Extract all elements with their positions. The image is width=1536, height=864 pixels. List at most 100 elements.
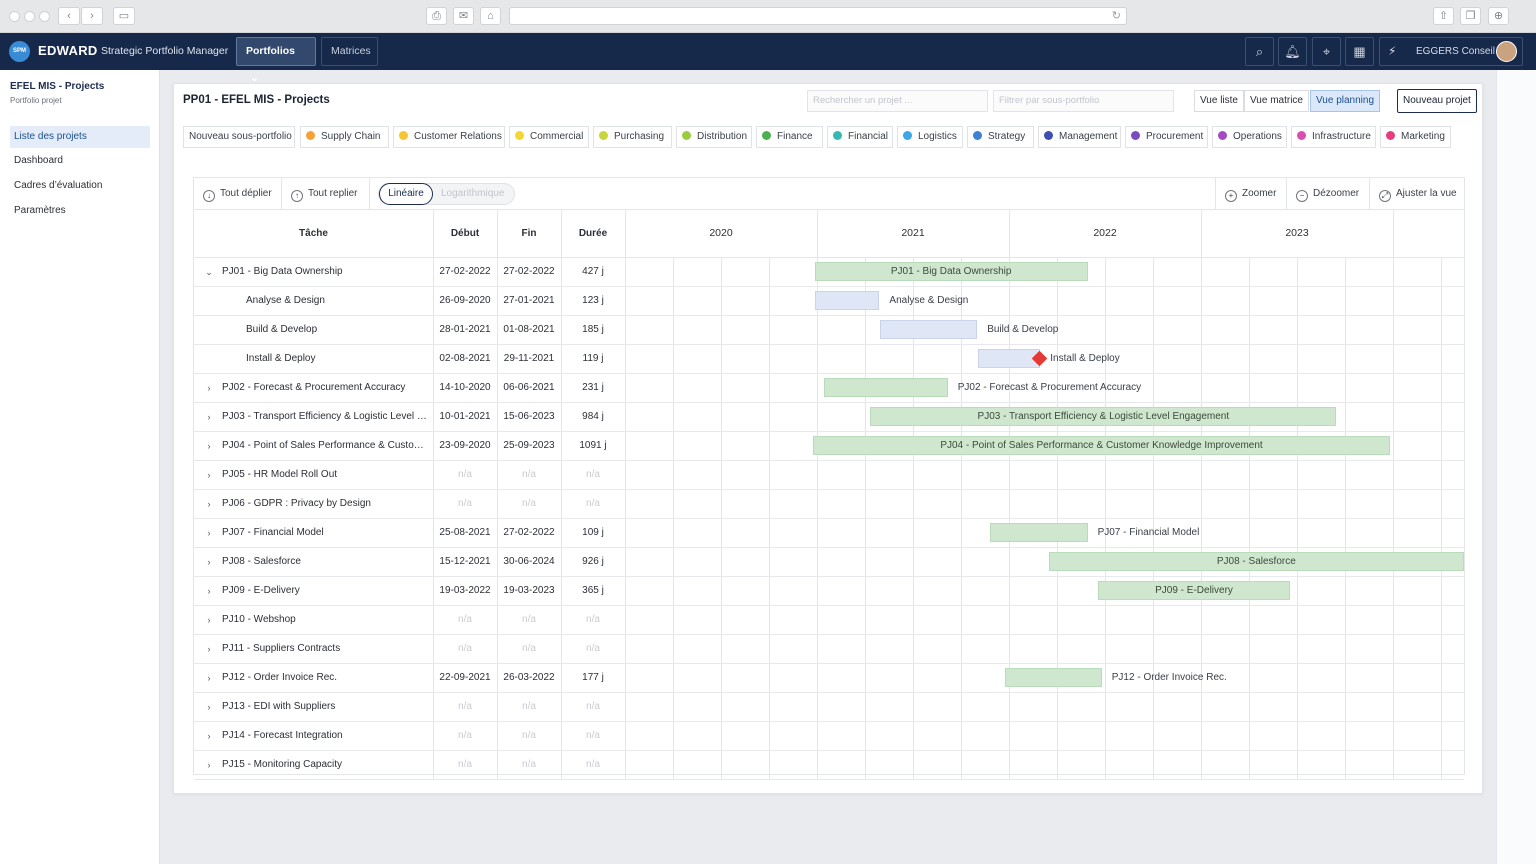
gantt-bar[interactable]: PJ09 - E-Delivery bbox=[1098, 581, 1290, 600]
url-bar[interactable]: ↻ bbox=[509, 7, 1127, 25]
table-row[interactable]: › PJ12 - Order Invoice Rec. 22-09-2021 26-0… bbox=[194, 664, 1464, 693]
task-name[interactable]: PJ08 - Salesforce bbox=[222, 548, 428, 576]
expand-all-button[interactable]: ↓ Tout déplier bbox=[203, 178, 272, 209]
scale-log-option[interactable]: Logarithmique bbox=[441, 184, 504, 204]
task-name[interactable]: PJ07 - Financial Model bbox=[222, 519, 428, 547]
view-planning-button[interactable]: Vue planning bbox=[1310, 90, 1381, 112]
nav-matrices-button[interactable]: Matrices bbox=[321, 37, 378, 66]
user-menu-button[interactable]: ⚡︎ EGGERS Conseil bbox=[1379, 37, 1523, 66]
forward-icon[interactable]: › bbox=[81, 7, 103, 25]
task-name[interactable]: PJ01 - Big Data Ownership bbox=[222, 258, 428, 286]
zoom-in-button[interactable]: + Zoomer bbox=[1225, 178, 1276, 209]
table-row[interactable]: › PJ09 - E-Delivery 19-03-2022 19-03-2023 36… bbox=[194, 577, 1464, 606]
gantt-bar[interactable] bbox=[879, 320, 978, 339]
window-close-dot[interactable] bbox=[9, 11, 20, 22]
table-row[interactable]: ⌄ PJ01 - Big Data Ownership 27-02-2022 27-0… bbox=[194, 258, 1464, 287]
search-project-input[interactable]: Rechercher un projet ... bbox=[807, 90, 988, 112]
task-name[interactable]: PJ13 - EDI with Suppliers bbox=[222, 693, 428, 721]
chevron-right-icon[interactable]: › bbox=[202, 497, 216, 511]
table-row[interactable]: Install & Deploy 02-08-2021 29-11-2021 119 … bbox=[194, 345, 1464, 374]
table-row[interactable]: › PJ14 - Forecast Integration n/a n/a n/a bbox=[194, 722, 1464, 751]
task-name[interactable]: PJ15 - Monitoring Capacity bbox=[222, 751, 428, 779]
chevron-right-icon[interactable]: › bbox=[202, 381, 216, 395]
subportfolio-tag[interactable]: Operations bbox=[1212, 126, 1287, 148]
table-row[interactable]: › PJ10 - Webshop n/a n/a n/a bbox=[194, 606, 1464, 635]
search-icon[interactable]: ⌕ bbox=[1245, 37, 1274, 66]
share-icon[interactable]: ⇧ bbox=[1433, 7, 1454, 25]
column-header-task[interactable]: Tâche bbox=[194, 210, 433, 257]
column-header-duration[interactable]: Durée bbox=[561, 210, 625, 257]
chevron-right-icon[interactable]: › bbox=[202, 439, 216, 453]
task-name[interactable]: Analyse & Design bbox=[246, 287, 431, 315]
zoom-out-button[interactable]: − Dézoomer bbox=[1296, 178, 1359, 209]
task-name[interactable]: Install & Deploy bbox=[246, 345, 431, 373]
chevron-right-icon[interactable]: › bbox=[202, 729, 216, 743]
table-row[interactable]: › PJ15 - Monitoring Capacity n/a n/a n/a bbox=[194, 751, 1464, 780]
chevron-right-icon[interactable]: › bbox=[202, 671, 216, 685]
gantt-bar[interactable]: PJ04 - Point of Sales Performance & Cust… bbox=[813, 436, 1390, 455]
reload-icon[interactable]: ↻ bbox=[1112, 8, 1121, 24]
chevron-down-icon[interactable]: ⌄ bbox=[202, 265, 216, 279]
subportfolio-tag[interactable]: Marketing bbox=[1380, 126, 1451, 148]
table-row[interactable]: › PJ13 - EDI with Suppliers n/a n/a n/a bbox=[194, 693, 1464, 722]
chevron-right-icon[interactable]: › bbox=[202, 584, 216, 598]
bell-icon[interactable]: 🔔︎ bbox=[1278, 37, 1307, 66]
table-row[interactable]: Build & Develop 28-01-2021 01-08-2021 185 j… bbox=[194, 316, 1464, 345]
downloads-icon[interactable]: ⊕ bbox=[1488, 7, 1509, 25]
chevron-right-icon[interactable]: › bbox=[202, 613, 216, 627]
sidebar-item-evaluation-frameworks[interactable]: Cadres d’évaluation bbox=[10, 175, 150, 197]
task-name[interactable]: PJ04 - Point of Sales Performance & Cust… bbox=[222, 432, 428, 460]
chevron-right-icon[interactable]: › bbox=[202, 642, 216, 656]
subportfolio-tag[interactable]: Financial bbox=[827, 126, 893, 148]
subportfolio-tag[interactable]: Infrastructure bbox=[1291, 126, 1376, 148]
task-name[interactable]: PJ11 - Suppliers Contracts bbox=[222, 635, 428, 663]
gantt-bar[interactable]: PJ01 - Big Data Ownership bbox=[814, 262, 1088, 281]
avatar[interactable] bbox=[1496, 41, 1517, 62]
mail-icon[interactable]: ✉ bbox=[453, 7, 474, 25]
gantt-bar[interactable]: PJ03 - Transport Efficiency & Logistic L… bbox=[870, 407, 1337, 426]
table-row[interactable]: › PJ04 - Point of Sales Performance & Cus… bbox=[194, 432, 1464, 461]
table-row[interactable]: › PJ03 - Transport Efficiency & Logistic … bbox=[194, 403, 1464, 432]
table-row[interactable]: Analyse & Design 26-09-2020 27-01-2021 123 … bbox=[194, 287, 1464, 316]
subportfolio-tag[interactable]: Management bbox=[1038, 126, 1121, 148]
window-maximize-dot[interactable] bbox=[39, 11, 50, 22]
window-minimize-dot[interactable] bbox=[24, 11, 35, 22]
task-name[interactable]: PJ09 - E-Delivery bbox=[222, 577, 428, 605]
table-row[interactable]: › PJ07 - Financial Model 25-08-2021 27-02-2… bbox=[194, 519, 1464, 548]
gantt-bar[interactable] bbox=[989, 523, 1088, 542]
sidebar-toggle-icon[interactable]: ▭ bbox=[113, 7, 135, 25]
subportfolio-tag[interactable]: Supply Chain bbox=[300, 126, 389, 148]
column-header-start[interactable]: Début bbox=[433, 210, 497, 257]
task-name[interactable]: PJ10 - Webshop bbox=[222, 606, 428, 634]
chevron-right-icon[interactable]: › bbox=[202, 758, 216, 772]
subportfolio-tag[interactable]: Customer Relations bbox=[393, 126, 505, 148]
task-name[interactable]: Build & Develop bbox=[246, 316, 431, 344]
task-name[interactable]: PJ06 - GDPR : Privacy by Design bbox=[222, 490, 428, 518]
gantt-bar[interactable] bbox=[1004, 668, 1102, 687]
chevron-right-icon[interactable]: › bbox=[202, 468, 216, 482]
chevron-right-icon[interactable]: › bbox=[202, 410, 216, 424]
task-name[interactable]: PJ12 - Order Invoice Rec. bbox=[222, 664, 428, 692]
new-project-button[interactable]: Nouveau projet bbox=[1397, 89, 1477, 113]
collapse-all-button[interactable]: ↑ Tout replier bbox=[291, 178, 357, 209]
back-icon[interactable]: ‹ bbox=[58, 7, 80, 25]
subportfolio-filter-input[interactable]: Filtrer par sous-portfolio bbox=[993, 90, 1174, 112]
sidebar-item-dashboard[interactable]: Dashboard bbox=[10, 150, 150, 172]
task-name[interactable]: PJ14 - Forecast Integration bbox=[222, 722, 428, 750]
table-row[interactable]: › PJ02 - Forecast & Procurement Accuracy 1… bbox=[194, 374, 1464, 403]
fit-view-button[interactable]: ⤢ Ajuster la vue bbox=[1379, 178, 1457, 209]
nav-portfolios-button[interactable]: Portfolios ⌄ bbox=[236, 37, 316, 84]
new-subportfolio-button[interactable]: Nouveau sous-portfolio bbox=[183, 126, 295, 148]
subportfolio-tag[interactable]: Strategy bbox=[967, 126, 1034, 148]
print-icon[interactable]: ⎙ bbox=[426, 7, 447, 25]
scale-linear-option[interactable]: Linéaire bbox=[379, 183, 433, 205]
table-row[interactable]: › PJ06 - GDPR : Privacy by Design n/a n/a n/… bbox=[194, 490, 1464, 519]
chevron-right-icon[interactable]: › bbox=[202, 700, 216, 714]
gantt-bar[interactable]: PJ08 - Salesforce bbox=[1048, 552, 1464, 571]
subportfolio-tag[interactable]: Finance bbox=[756, 126, 823, 148]
task-name[interactable]: PJ02 - Forecast & Procurement Accuracy bbox=[222, 374, 428, 402]
gantt-bar[interactable] bbox=[824, 378, 948, 397]
chevron-right-icon[interactable]: › bbox=[202, 555, 216, 569]
scale-toggle[interactable]: Linéaire Logarithmique bbox=[378, 183, 515, 205]
location-pin-icon[interactable]: ⌖ bbox=[1312, 37, 1341, 66]
